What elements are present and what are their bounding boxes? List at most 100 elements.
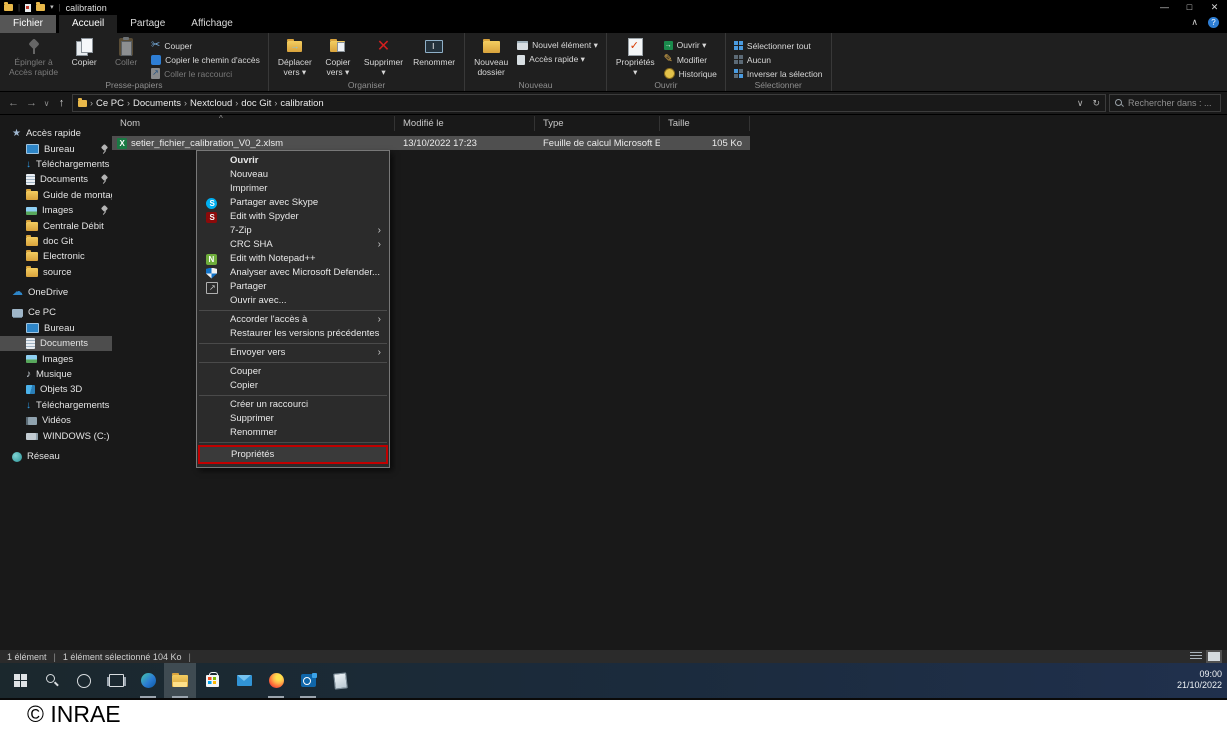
taskbar-notepad-button[interactable] <box>324 663 356 698</box>
sidebar-item-telechargements[interactable]: Téléchargements <box>0 398 112 413</box>
qat-customize-caret-icon[interactable]: ▾ <box>50 4 54 11</box>
context-menu-item-ouvrir[interactable]: Ouvrir <box>197 154 389 168</box>
taskbar-edge-button[interactable] <box>132 663 164 698</box>
context-menu-item-envoyer-vers[interactable]: Envoyer vers› <box>197 346 389 360</box>
context-menu-item-edit-with-notepad[interactable]: Edit with Notepad++ <box>197 252 389 266</box>
sidebar-item-images[interactable]: Images <box>0 203 112 218</box>
copier-button[interactable]: Copier <box>64 36 104 69</box>
context-menu-item-imprimer[interactable]: Imprimer <box>197 182 389 196</box>
context-menu-item-creer-un-raccourci[interactable]: Créer un raccourci <box>197 398 389 412</box>
nouveau-dossier-button[interactable]: Nouveaudossier <box>470 36 512 78</box>
taskbar-firefox-button[interactable] <box>260 663 292 698</box>
context-menu-item-couper[interactable]: Couper <box>197 365 389 379</box>
sidebar-item-documents[interactable]: Documents <box>0 336 112 351</box>
refresh-icon[interactable]: ↻ <box>1092 98 1100 109</box>
forward-button[interactable]: → <box>24 95 39 111</box>
copier-le-chemin-d-acces-button[interactable]: Copier le chemin d'accès <box>148 53 263 66</box>
column-header-modifie-le[interactable]: Modifié le <box>395 116 535 131</box>
sidebar-item-guide-de-montage[interactable]: Guide de montage <box>0 188 112 203</box>
breadcrumb-nextcloud[interactable]: Nextcloud <box>188 98 234 109</box>
sidebar-item-centrale-debit[interactable]: Centrale Débit <box>0 218 112 233</box>
context-menu-item-ouvrir-avec[interactable]: Ouvrir avec... <box>197 294 389 308</box>
column-header-nom[interactable]: Nom <box>112 116 395 131</box>
sidebar-item-electronic[interactable]: Electronic <box>0 249 112 264</box>
help-icon[interactable]: ? <box>1208 17 1219 28</box>
context-menu-item-copier[interactable]: Copier <box>197 379 389 393</box>
taskbar-explorer-button[interactable] <box>164 663 196 698</box>
context-menu-item-partager[interactable]: Partager <box>197 280 389 294</box>
context-menu-item-restaurer-les-versions-precedentes[interactable]: Restaurer les versions précédentes <box>197 327 389 341</box>
sidebar-item-videos[interactable]: Vidéos <box>0 413 112 428</box>
historique-button[interactable]: Historique <box>661 67 720 80</box>
inverser-la-selection-button[interactable]: Inverser la sélection <box>731 67 826 80</box>
taskbar-start-button[interactable] <box>4 663 36 698</box>
tab-accueil[interactable]: Accueil <box>59 15 117 33</box>
deplacer-vers-button[interactable]: Déplacervers ▾ <box>274 36 316 78</box>
context-menu-item-edit-with-spyder[interactable]: Edit with Spyder <box>197 210 389 224</box>
tab-affichage[interactable]: Affichage <box>178 15 246 33</box>
sidebar-item-windows-c[interactable]: WINDOWS (C:) <box>0 428 112 443</box>
taskbar-clock[interactable]: 09:00 21/10/2022 <box>1177 669 1222 691</box>
tab-partage[interactable]: Partage <box>117 15 178 33</box>
modifier-button[interactable]: Modifier <box>661 53 720 66</box>
sidebar-item-telechargements[interactable]: Téléchargements <box>0 157 112 172</box>
breadcrumb-ce-pc[interactable]: Ce PC <box>94 98 126 109</box>
couper-button[interactable]: Couper <box>148 39 263 52</box>
file-row[interactable]: setier_fichier_calibration_V0_2.xlsm 13/… <box>112 136 750 150</box>
sidebar-item-source[interactable]: source <box>0 265 112 280</box>
close-button[interactable]: ✕ <box>1202 0 1227 15</box>
sidebar-item-bureau[interactable]: Bureau <box>0 141 112 156</box>
sidebar-item-ce-pc[interactable]: Ce PC <box>0 305 112 320</box>
aucun-button[interactable]: Aucun <box>731 53 826 66</box>
column-header-taille[interactable]: Taille <box>660 116 750 131</box>
taskbar-cortana-button[interactable] <box>68 663 100 698</box>
sidebar-item-objets-3d[interactable]: Objets 3D <box>0 382 112 397</box>
context-menu-item-7-zip[interactable]: 7-Zip› <box>197 224 389 238</box>
taskbar-mail-button[interactable] <box>228 663 260 698</box>
context-menu-item-nouveau[interactable]: Nouveau <box>197 168 389 182</box>
context-menu-item-proprietes[interactable]: Propriétés <box>198 445 388 464</box>
qat-properties-icon[interactable] <box>25 4 31 12</box>
breadcrumb-calibration[interactable]: calibration <box>278 98 325 109</box>
selectionner-tout-button[interactable]: Sélectionner tout <box>731 39 826 52</box>
context-menu-item-partager-avec-skype[interactable]: Partager avec Skype <box>197 196 389 210</box>
collapse-ribbon-icon[interactable]: ∧ <box>1191 17 1198 28</box>
breadcrumb-doc-git[interactable]: doc Git <box>239 98 273 109</box>
proprietes-button[interactable]: Propriétés▾ <box>612 36 659 78</box>
column-header-type[interactable]: Type <box>535 116 660 131</box>
minimize-button[interactable]: — <box>1152 0 1177 15</box>
up-button[interactable]: ↑ <box>54 95 69 111</box>
maximize-button[interactable]: □ <box>1177 0 1202 15</box>
address-dropdown-icon[interactable]: ∨ <box>1077 98 1084 109</box>
nouvel-element-button[interactable]: Nouvel élément ▾ <box>514 39 601 52</box>
back-button[interactable]: ← <box>6 95 21 111</box>
sidebar-item-bureau[interactable]: Bureau <box>0 321 112 336</box>
sidebar-item-onedrive[interactable]: OneDrive <box>0 285 112 300</box>
context-menu-item-accorder-l-acces-a[interactable]: Accorder l'accès à› <box>197 313 389 327</box>
breadcrumb-documents[interactable]: Documents <box>131 98 183 109</box>
qat-new-folder-icon[interactable] <box>36 4 45 11</box>
copier-vers-button[interactable]: Copiervers ▾ <box>318 36 358 78</box>
context-menu-item-renommer[interactable]: Renommer <box>197 426 389 440</box>
taskbar-outlook-button[interactable] <box>292 663 324 698</box>
sidebar-item-reseau[interactable]: Réseau <box>0 449 112 464</box>
breadcrumb[interactable]: ›Ce PC›Documents›Nextcloud›doc Git›calib… <box>72 94 1106 112</box>
ouvrir-button[interactable]: Ouvrir ▾ <box>661 39 720 52</box>
tab-fichier[interactable]: Fichier <box>0 15 56 33</box>
taskbar-search-button[interactable] <box>36 663 68 698</box>
context-menu-item-supprimer[interactable]: Supprimer <box>197 412 389 426</box>
details-view-icon[interactable] <box>1190 652 1202 661</box>
sidebar-item-musique[interactable]: Musique <box>0 367 112 382</box>
taskbar-store-button[interactable] <box>196 663 228 698</box>
sidebar-item-acces-rapide[interactable]: Accès rapide <box>0 126 112 141</box>
sidebar-item-documents[interactable]: Documents <box>0 172 112 187</box>
large-icons-view-icon[interactable] <box>1208 652 1220 661</box>
sidebar-item-doc-git[interactable]: doc Git <box>0 234 112 249</box>
search-input[interactable]: Rechercher dans : ... <box>1109 94 1221 112</box>
sidebar-item-images[interactable]: Images <box>0 351 112 366</box>
acces-rapide-button[interactable]: Accès rapide ▾ <box>514 53 601 66</box>
context-menu-item-crc-sha[interactable]: CRC SHA› <box>197 238 389 252</box>
renommer-button[interactable]: Renommer <box>409 36 459 69</box>
supprimer-button[interactable]: Supprimer▾ <box>360 36 407 78</box>
context-menu-item-analyser-avec-microsoft-defender[interactable]: Analyser avec Microsoft Defender... <box>197 266 389 280</box>
